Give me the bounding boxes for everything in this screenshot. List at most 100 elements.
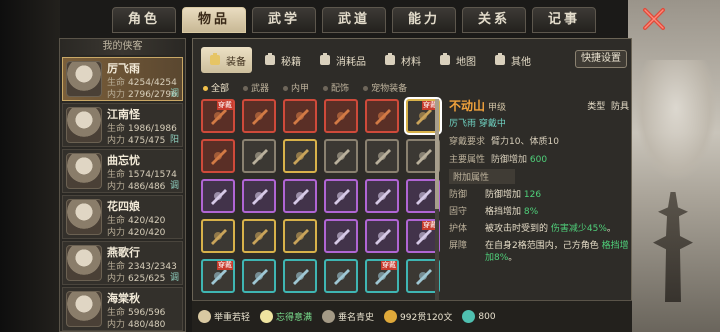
item-slot[interactable]: [242, 219, 276, 253]
item-slot[interactable]: [283, 139, 317, 173]
item-icon: [416, 149, 432, 165]
status-icon: [384, 310, 398, 323]
quick-equip-button[interactable]: 快捷设置: [575, 50, 627, 68]
item-icon: [416, 189, 432, 205]
hero-mp: 内力 420/420: [107, 228, 166, 238]
item-slot[interactable]: [365, 139, 399, 173]
item-icon: [293, 109, 309, 125]
item-requirement: 穿戴要求 臂力10、体质10: [449, 137, 559, 147]
item-slot[interactable]: [365, 219, 399, 253]
item-icon: [211, 189, 227, 205]
hero-card[interactable]: 花四娘 生命 420/420 内力 420/420: [62, 195, 183, 239]
extra-attribute: 屏障 在自身2格范围内，己方角色 格挡增加8%。: [449, 241, 629, 263]
inventory-panel: 装备 秘籍 消耗品 材料 地图 其他 快捷设置 全部 武器 内甲 配饰 宠物装备 穿戴 穿戴 穿戴 穿戴…: [192, 38, 632, 332]
item-slot[interactable]: [242, 179, 276, 213]
item-slot[interactable]: [242, 99, 276, 133]
hero-mp: 内力 625/625: [107, 274, 166, 284]
item-scrollbar[interactable]: [435, 99, 439, 329]
item-slot[interactable]: [283, 99, 317, 133]
filter-0[interactable]: 全部: [203, 81, 229, 94]
item-icon: [293, 149, 309, 165]
item-slot[interactable]: [324, 179, 358, 213]
hero-portrait: [66, 245, 102, 281]
item-slot[interactable]: [283, 219, 317, 253]
tab-5[interactable]: 关系: [462, 7, 526, 33]
item-slot[interactable]: [201, 139, 235, 173]
misc-icon: [495, 53, 505, 65]
hero-mp: 内力 486/486: [107, 182, 166, 192]
hero-card[interactable]: 海棠秋 生命 596/596 内力 480/480: [62, 287, 183, 331]
hero-card[interactable]: 曲忘忧 生命 1574/1574 内力 486/486 调: [62, 149, 183, 193]
item-slot[interactable]: [324, 99, 358, 133]
material-icon: [385, 53, 395, 65]
item-owner: 厉飞雨 穿戴中: [449, 119, 506, 129]
item-icon: [334, 149, 350, 165]
category-tab-2[interactable]: 消耗品: [311, 47, 372, 73]
tab-3[interactable]: 武道: [322, 7, 386, 33]
map-icon: [440, 53, 450, 65]
tab-4[interactable]: 能力: [392, 7, 456, 33]
item-icon: [211, 149, 227, 165]
hero-card[interactable]: 燕歌行 生命 2343/2343 内力 625/625 调: [62, 241, 183, 285]
hero-tag: 调: [169, 89, 179, 99]
item-slot[interactable]: [324, 219, 358, 253]
tab-6[interactable]: 记事: [532, 7, 596, 33]
item-slot[interactable]: [242, 259, 276, 293]
status-item-2[interactable]: 垂名青史: [322, 310, 374, 323]
item-icon: [334, 189, 350, 205]
hero-card[interactable]: 厉飞雨 生命 4254/4254 内力 2796/2796 调: [62, 57, 183, 101]
armor-icon: [210, 53, 220, 65]
roster-title: 我的侠客: [60, 39, 185, 55]
category-tab-3[interactable]: 材料: [376, 47, 427, 73]
category-tab-0[interactable]: 装备: [201, 47, 252, 73]
status-item-3[interactable]: 992贯120文: [384, 310, 452, 323]
hero-portrait: [66, 199, 102, 235]
item-detail: 不动山 甲级 类型 防具 厉飞雨 穿戴中 穿戴要求 臂力10、体质10 主要属性 防御…: [449, 97, 629, 331]
hero-tag: 调: [169, 181, 179, 191]
item-slot[interactable]: [365, 179, 399, 213]
equipped-badge: 穿戴: [381, 261, 397, 270]
tab-0[interactable]: 角色: [112, 7, 176, 33]
hero-portrait: [66, 61, 102, 97]
item-slot[interactable]: 穿戴: [201, 99, 235, 133]
hero-card[interactable]: 江南怪 生命 1986/1986 内力 475/475 阳: [62, 103, 183, 147]
item-slot[interactable]: [324, 259, 358, 293]
item-slot[interactable]: [283, 259, 317, 293]
status-item-1[interactable]: 忘得意满: [260, 310, 312, 323]
item-slot[interactable]: 穿戴: [201, 259, 235, 293]
hero-name: 厉飞雨: [107, 62, 140, 75]
item-slot[interactable]: [201, 179, 235, 213]
close-icon[interactable]: [640, 6, 668, 32]
status-icon: [198, 310, 211, 323]
tab-1[interactable]: 物品: [182, 7, 246, 33]
item-slot[interactable]: [324, 139, 358, 173]
hero-tag: 阳: [169, 135, 179, 145]
status-item-0[interactable]: 举重若轻: [198, 310, 250, 323]
item-slot[interactable]: [283, 179, 317, 213]
item-slot[interactable]: [242, 139, 276, 173]
filter-3[interactable]: 配饰: [323, 81, 349, 94]
item-icon: [211, 229, 227, 245]
category-tab-5[interactable]: 其他: [486, 47, 537, 73]
item-slot[interactable]: [365, 99, 399, 133]
item-type: 类型 防具: [587, 102, 629, 112]
hero-name: 燕歌行: [107, 246, 140, 259]
status-bar: 举重若轻 忘得意满 垂名青史 992贯120文 800: [192, 300, 632, 332]
hero-tag: 调: [169, 273, 179, 283]
extra-attribute: 防御 防御增加 126: [449, 190, 542, 200]
status-icon: [322, 310, 336, 323]
equipped-badge: 穿戴: [217, 261, 233, 270]
item-icon: [252, 269, 268, 285]
hero-name: 江南怪: [107, 108, 140, 121]
item-slot[interactable]: 穿戴: [365, 259, 399, 293]
tab-2[interactable]: 武学: [252, 7, 316, 33]
item-slot[interactable]: [201, 219, 235, 253]
filter-4[interactable]: 宠物装备: [363, 81, 407, 94]
item-icon: [252, 109, 268, 125]
status-item-4[interactable]: 800: [462, 310, 496, 323]
category-tab-4[interactable]: 地图: [431, 47, 482, 73]
filter-1[interactable]: 武器: [243, 81, 269, 94]
item-icon: [416, 269, 432, 285]
category-tab-1[interactable]: 秘籍: [256, 47, 307, 73]
filter-2[interactable]: 内甲: [283, 81, 309, 94]
